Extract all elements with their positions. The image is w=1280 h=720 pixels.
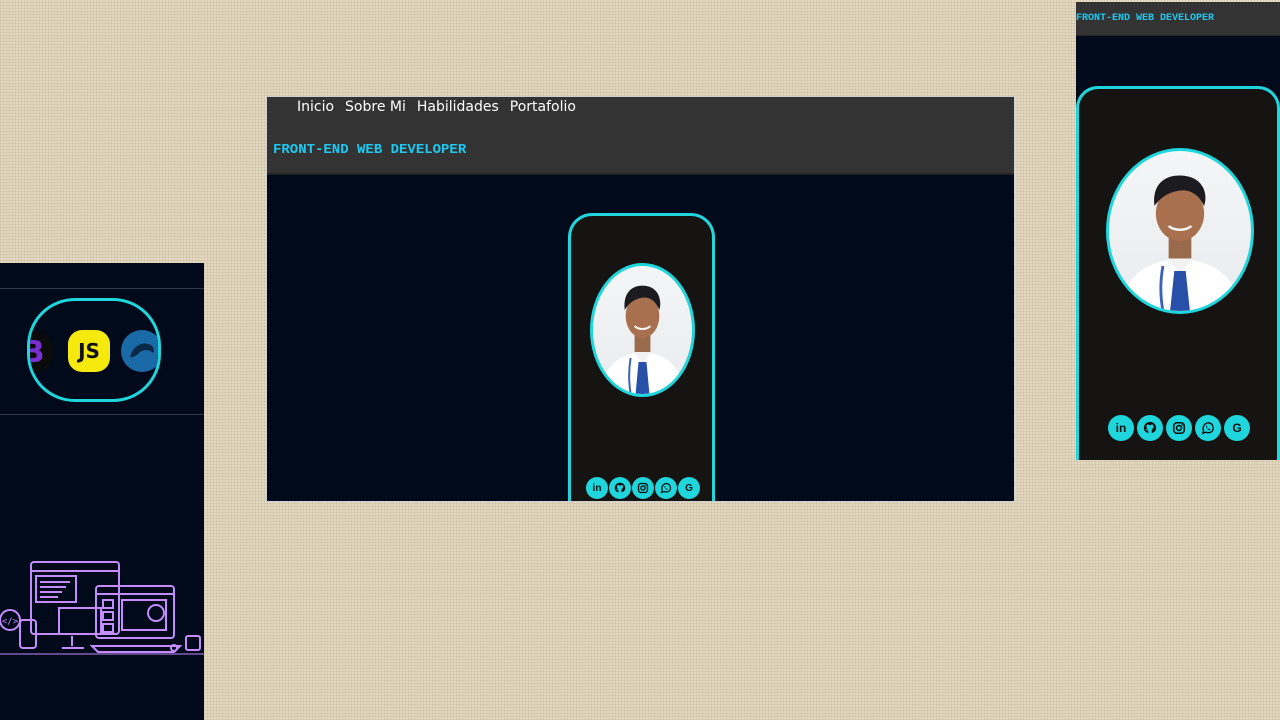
github-icon[interactable] [1137, 415, 1163, 441]
skills-preview-panel: B JS </> [0, 263, 204, 720]
devices-illustration: </> [0, 561, 204, 655]
main-site-preview: Inicio Sobre Mi Habilidades Portafolio F… [266, 96, 1015, 502]
header-bar: Inicio Sobre Mi Habilidades Portafolio F… [267, 97, 1014, 175]
nav-sobre-mi[interactable]: Sobre Mi [345, 99, 406, 115]
bootstrap-icon: B [30, 331, 54, 373]
instagram-glyph [637, 482, 649, 494]
instagram-glyph [1172, 421, 1186, 435]
javascript-icon: JS [68, 330, 110, 372]
social-links: in G [1108, 415, 1250, 441]
whatsapp-glyph [1201, 422, 1214, 435]
mobile-preview-panel: FRONT-END WEB DEVELOPER in G [1076, 2, 1280, 460]
avatar [1106, 148, 1254, 314]
linkedin-icon[interactable]: in [586, 477, 608, 499]
avatar [590, 263, 695, 397]
google-icon[interactable]: G [678, 477, 700, 499]
mysql-icon [121, 330, 158, 372]
google-icon[interactable]: G [1224, 415, 1250, 441]
nav-habilidades[interactable]: Habilidades [417, 99, 499, 115]
instagram-icon[interactable] [1166, 415, 1192, 441]
whatsapp-icon[interactable] [655, 477, 677, 499]
linkedin-icon[interactable]: in [1108, 415, 1134, 441]
github-glyph [614, 482, 626, 493]
divider [0, 414, 204, 415]
profile-photo [600, 285, 685, 394]
github-glyph [1143, 421, 1157, 434]
whatsapp-glyph [660, 482, 672, 494]
linkedin-glyph: in [1115, 421, 1127, 435]
profile-photo [1120, 175, 1240, 311]
nav-inicio[interactable]: Inicio [297, 99, 334, 115]
profile-card: in G [1076, 86, 1280, 460]
skills-carousel[interactable]: B JS [27, 298, 161, 402]
divider [0, 288, 204, 289]
instagram-icon[interactable] [632, 477, 654, 499]
google-glyph: G [685, 482, 693, 494]
social-links: in G [586, 477, 700, 499]
linkedin-glyph: in [592, 482, 602, 494]
header-bar: FRONT-END WEB DEVELOPER [1076, 2, 1280, 36]
bootstrap-letter: B [30, 335, 44, 370]
github-icon[interactable] [609, 477, 631, 499]
dolphin-icon [130, 343, 155, 358]
svg-text:</>: </> [2, 617, 19, 627]
page-title: FRONT-END WEB DEVELOPER [1076, 13, 1215, 24]
profile-card: in G [568, 213, 715, 501]
js-label: JS [78, 339, 100, 363]
main-nav: Inicio Sobre Mi Habilidades Portafolio [297, 97, 576, 117]
page-title: FRONT-END WEB DEVELOPER [273, 142, 467, 158]
whatsapp-icon[interactable] [1195, 415, 1221, 441]
nav-portafolio[interactable]: Portafolio [510, 99, 576, 115]
google-glyph: G [1232, 421, 1242, 435]
